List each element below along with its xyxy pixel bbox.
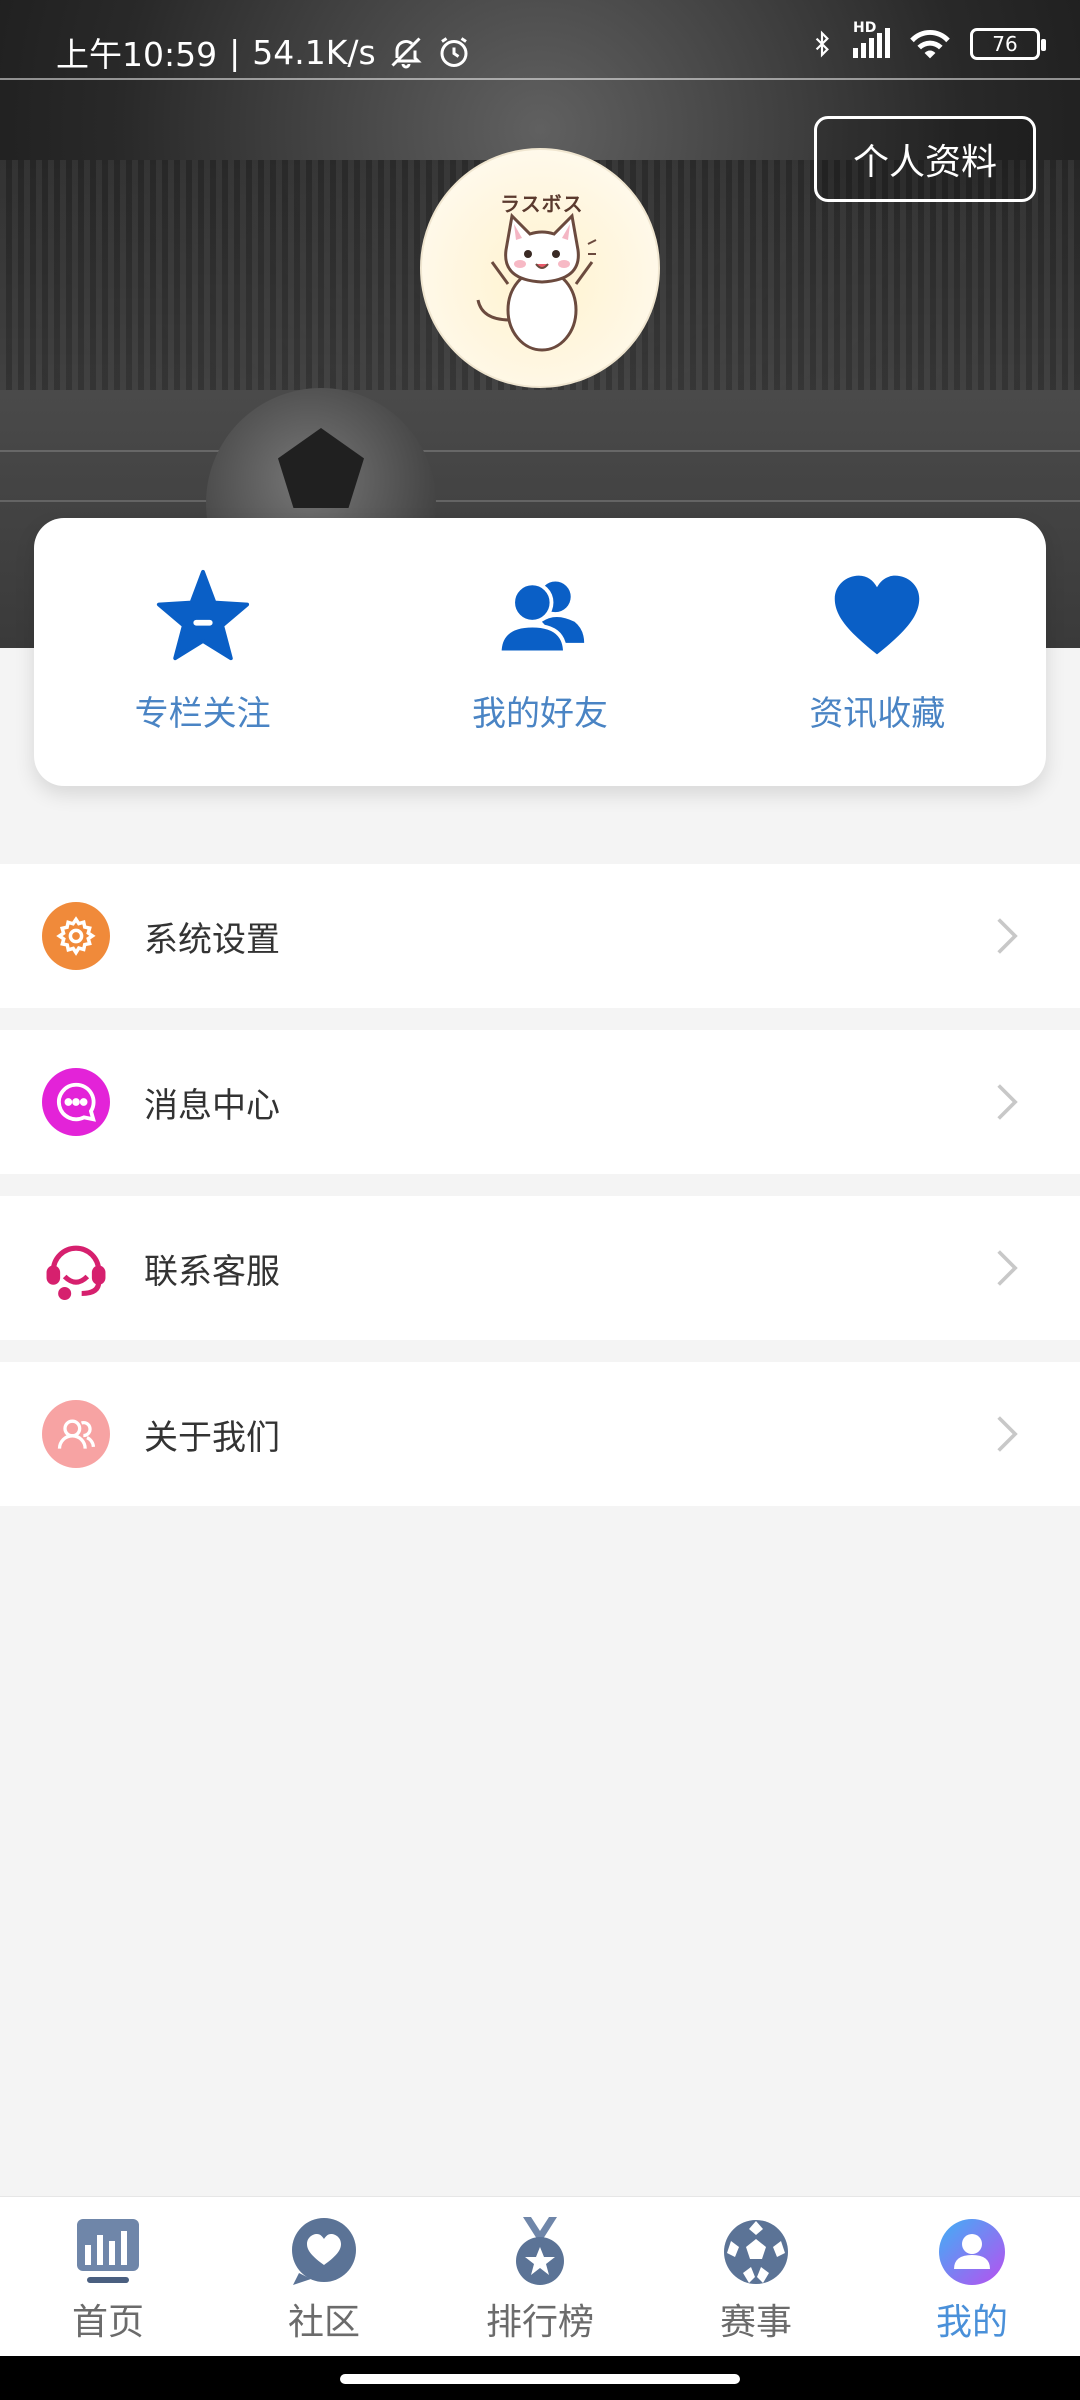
menu-item-customer-service[interactable]: 联系客服 <box>0 1196 1080 1340</box>
star-icon <box>156 569 249 661</box>
menu-item-label: 关于我们 <box>144 1417 280 1458</box>
soccer-ball-icon <box>724 2220 788 2284</box>
heart-bubble-icon <box>292 2218 356 2285</box>
settings-menu: 系统设置 消息中心 联系客服 关于我们 <box>0 864 1080 1528</box>
quick-action-label: 我的好友 <box>471 694 608 734</box>
status-right: HD 76 <box>809 20 1046 62</box>
chevron-right-icon <box>997 1416 1018 1452</box>
nav-label: 排行榜 <box>485 2302 594 2343</box>
pitch-line <box>0 500 1080 502</box>
nav-tab-mine[interactable]: 我的 <box>864 2197 1080 2356</box>
bottom-navigation: 首页 社区 排行榜 赛事 我的 <box>0 2196 1080 2356</box>
menu-item-label: 消息中心 <box>144 1085 280 1126</box>
cell-signal: HD <box>853 20 890 58</box>
avatar[interactable]: ラスボス <box>420 148 660 388</box>
nav-tab-ranking[interactable]: 排行榜 <box>432 2197 648 2356</box>
battery-level: 76 <box>992 32 1018 56</box>
pitch-line <box>0 450 1080 452</box>
medal-icon <box>516 2217 564 2285</box>
status-net-speed: 54.1K/s <box>252 32 376 72</box>
quick-action-favorites[interactable]: 资讯收藏 <box>709 518 1046 786</box>
status-left: 上午10:59 | 54.1K/s <box>56 28 472 76</box>
chat-icon <box>42 1068 110 1136</box>
menu-item-message-center[interactable]: 消息中心 <box>0 1030 1080 1174</box>
wifi-icon <box>910 29 950 59</box>
user-icon <box>939 2219 1005 2285</box>
nav-label: 社区 <box>287 2302 360 2343</box>
bell-muted-icon <box>391 37 422 69</box>
hd-label: HD <box>853 20 877 36</box>
quick-action-label: 专栏关注 <box>134 694 271 734</box>
quick-action-label: 资讯收藏 <box>809 694 946 734</box>
nav-tab-home[interactable]: 首页 <box>0 2197 216 2356</box>
menu-item-about-us[interactable]: 关于我们 <box>0 1362 1080 1506</box>
menu-item-label: 联系客服 <box>144 1251 280 1292</box>
headset-icon <box>42 1234 110 1302</box>
heart-icon <box>835 575 920 655</box>
battery-icon: 76 <box>970 28 1046 60</box>
chevron-right-icon <box>997 1084 1018 1120</box>
chart-board-icon <box>77 2219 139 2283</box>
nav-label: 我的 <box>935 2302 1008 2343</box>
menu-item-label: 系统设置 <box>144 919 280 960</box>
menu-item-system-settings[interactable]: 系统设置 <box>0 864 1080 1008</box>
nav-label: 首页 <box>71 2302 144 2343</box>
chevron-right-icon <box>997 918 1018 954</box>
chevron-right-icon <box>997 1250 1018 1286</box>
status-bar: 上午10:59 | 54.1K/s HD 76 <box>0 0 1080 80</box>
nav-label: 赛事 <box>719 2302 792 2343</box>
alarm-icon <box>440 37 468 67</box>
status-separator: | <box>229 32 241 72</box>
profile-button[interactable]: 个人资料 <box>814 116 1036 202</box>
cat-illustration <box>476 212 597 352</box>
status-time: 上午10:59 <box>56 35 218 74</box>
friends-icon <box>497 581 585 655</box>
quick-actions-card: 专栏关注 我的好友 资讯收藏 <box>34 518 1046 786</box>
gear-icon <box>42 902 110 970</box>
bluetooth-icon <box>815 30 829 58</box>
nav-tab-matches[interactable]: 赛事 <box>648 2197 864 2356</box>
people-icon <box>42 1400 110 1468</box>
quick-action-friends[interactable]: 我的好友 <box>371 518 708 786</box>
quick-action-column-follow[interactable]: 专栏关注 <box>34 518 371 786</box>
home-indicator[interactable] <box>340 2374 740 2384</box>
nav-tab-community[interactable]: 社区 <box>216 2197 432 2356</box>
